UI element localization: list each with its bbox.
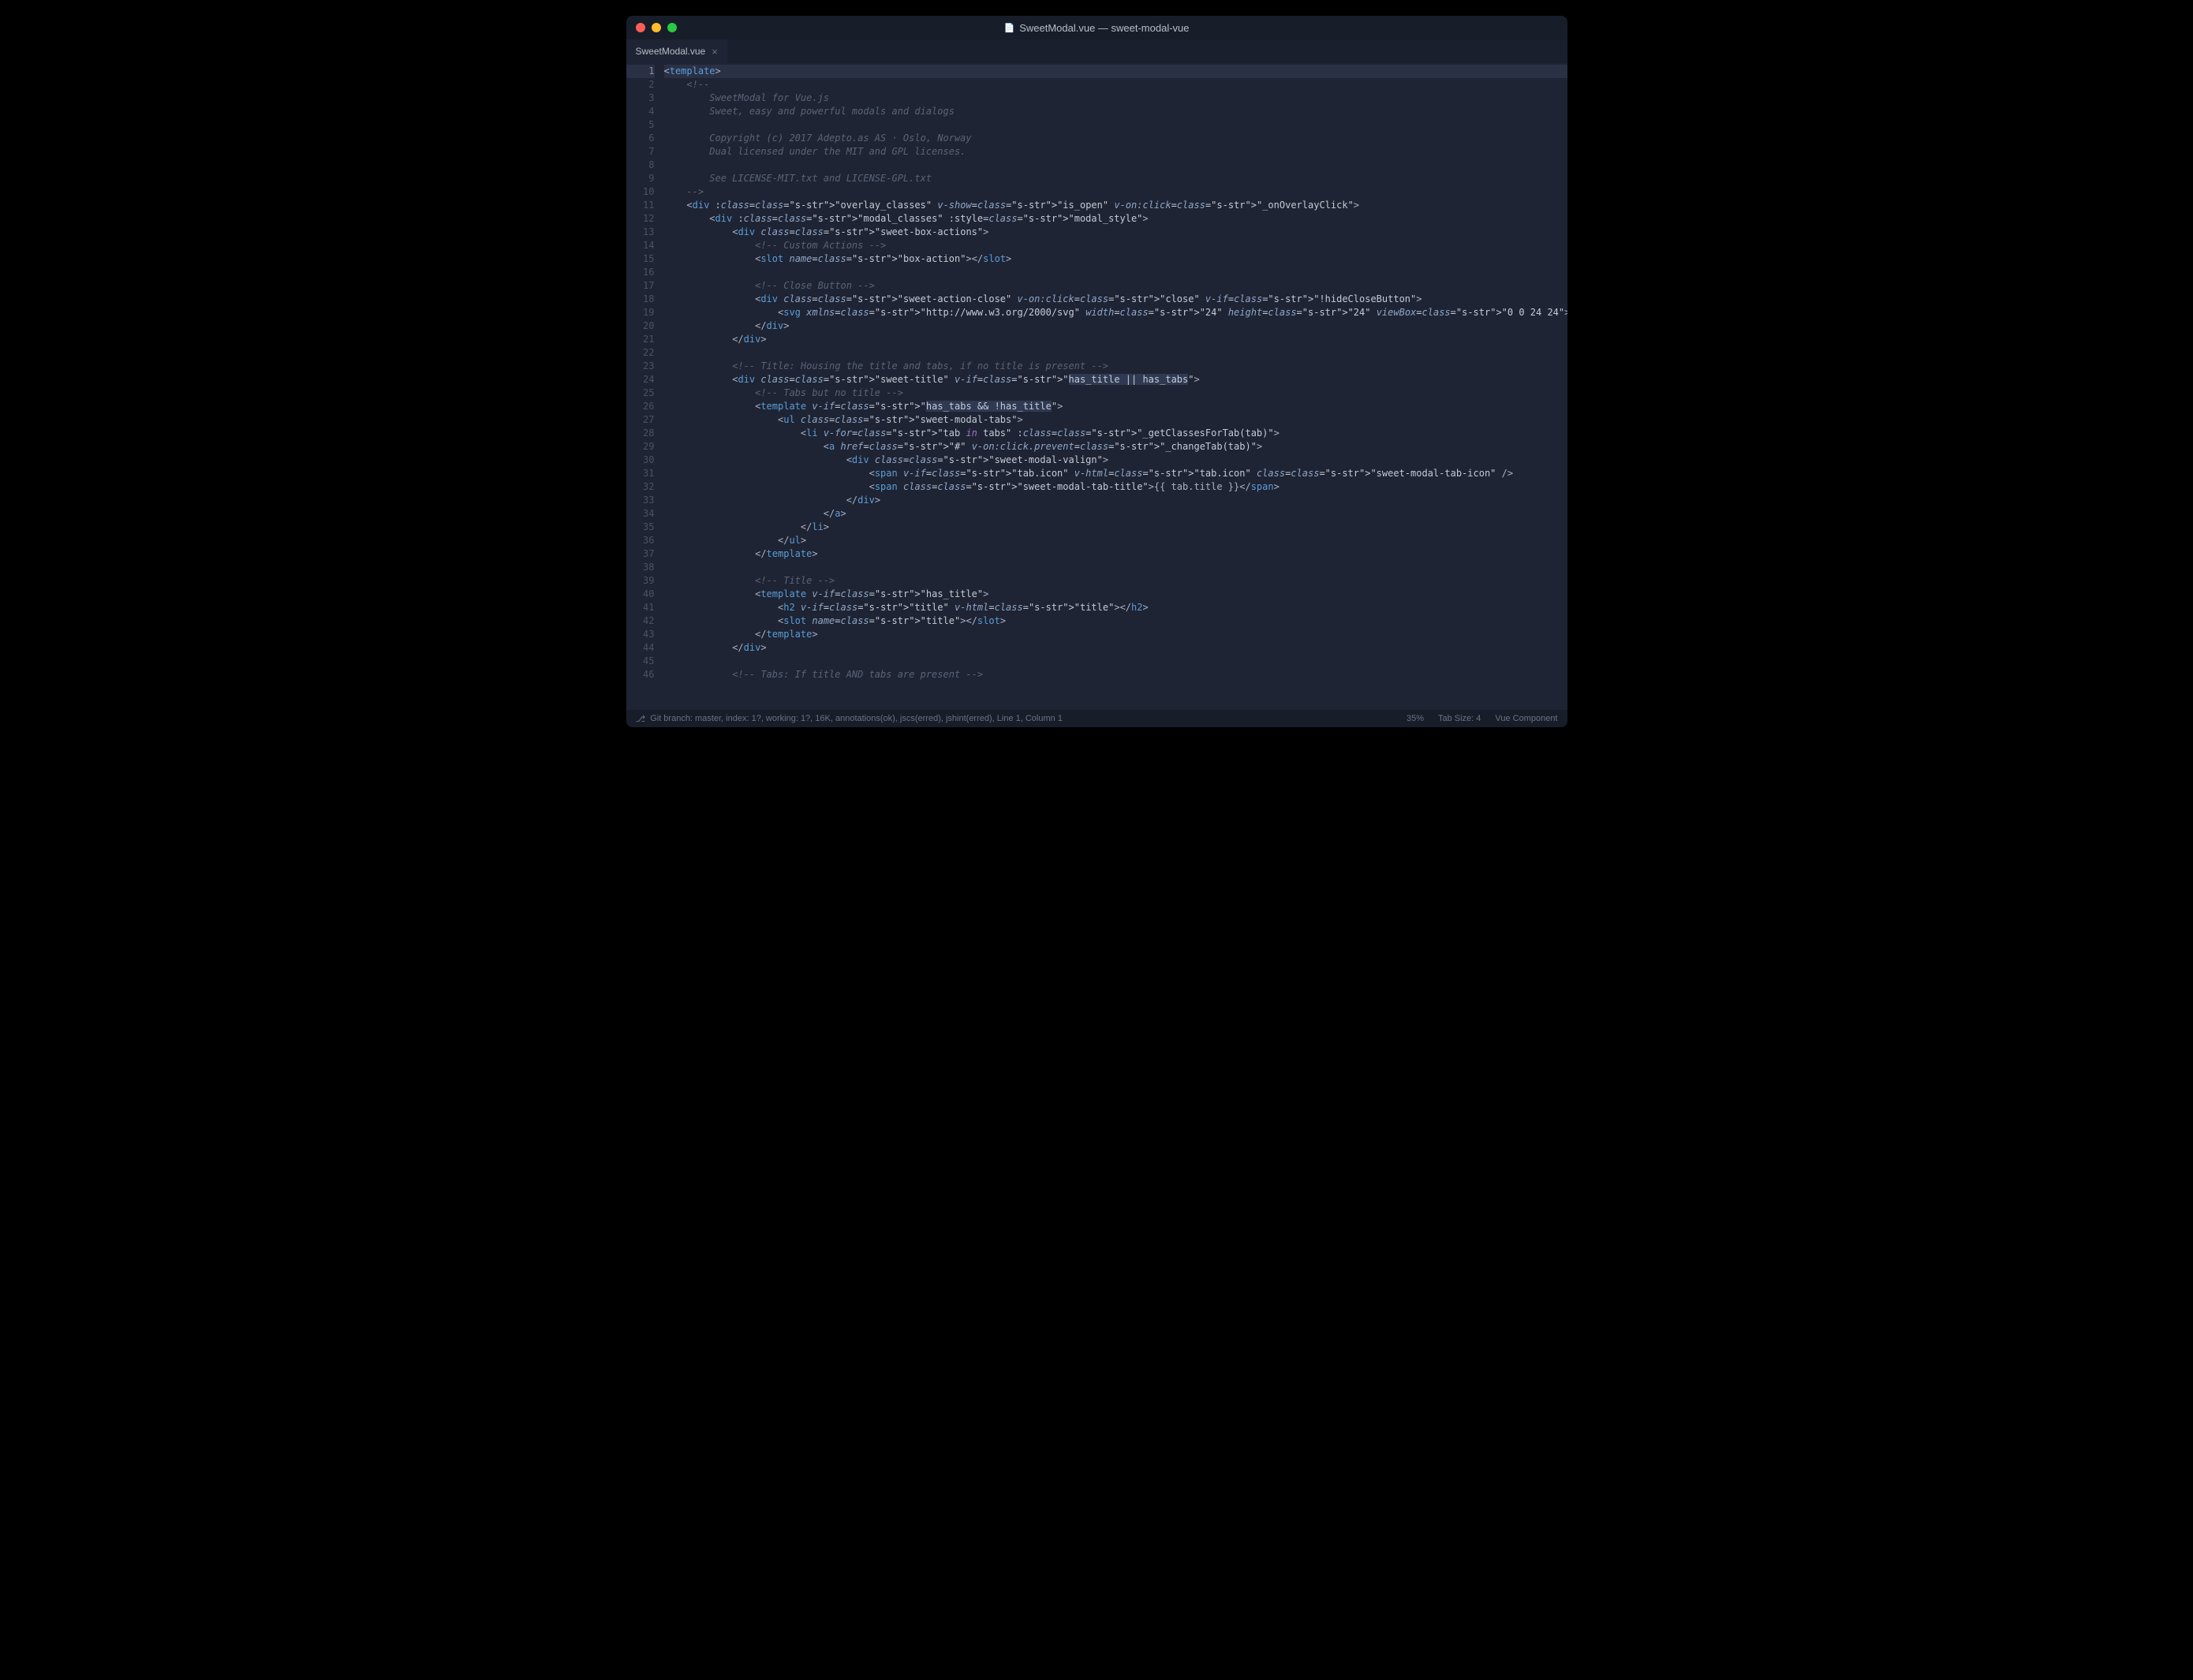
window-maximize-button[interactable] bbox=[667, 23, 677, 32]
editor-window: 📄 SweetModal.vue — sweet-modal-vue OPEN … bbox=[626, 16, 1567, 727]
status-bar: ⎇ Git branch: master, index: 1?, working… bbox=[626, 710, 1567, 727]
tab-sweetmodal[interactable]: SweetModal.vue × bbox=[626, 39, 727, 63]
status-left[interactable]: ⎇ Git branch: master, index: 1?, working… bbox=[636, 714, 1395, 724]
editor-body: 1234567891011121314151617181920212223242… bbox=[626, 63, 1567, 710]
titlebar: 📄 SweetModal.vue — sweet-modal-vue bbox=[626, 16, 1567, 39]
status-percent[interactable]: 35% bbox=[1407, 714, 1424, 723]
tab-label: SweetModal.vue bbox=[636, 46, 706, 57]
line-gutter: 1234567891011121314151617181920212223242… bbox=[626, 63, 664, 710]
editor-area: SweetModal.vue × 12345678910111213141516… bbox=[626, 39, 1567, 710]
status-right: 35% Tab Size: 4 Vue Component bbox=[1407, 714, 1558, 723]
status-tabsize[interactable]: Tab Size: 4 bbox=[1438, 714, 1481, 723]
file-icon: 📄 bbox=[1003, 23, 1014, 33]
window-title: 📄 SweetModal.vue — sweet-modal-vue bbox=[1003, 22, 1189, 34]
tabs-bar: SweetModal.vue × bbox=[626, 39, 1567, 63]
status-left-text: Git branch: master, index: 1?, working: … bbox=[650, 714, 1063, 724]
code-content[interactable]: <template> <!-- SweetModal for Vue.js Sw… bbox=[664, 63, 1567, 710]
status-syntax[interactable]: Vue Component bbox=[1495, 714, 1557, 723]
status-git-icon: ⎇ bbox=[636, 714, 646, 724]
window-title-text: SweetModal.vue — sweet-modal-vue bbox=[1019, 22, 1189, 34]
traffic-lights bbox=[636, 23, 677, 32]
window-close-button[interactable] bbox=[636, 23, 645, 32]
main-area: OPEN FILES SweetModal.vue FOLDERS ▾▸▮swe… bbox=[626, 39, 1567, 710]
window-minimize-button[interactable] bbox=[652, 23, 661, 32]
tab-close-icon[interactable]: × bbox=[712, 46, 718, 58]
